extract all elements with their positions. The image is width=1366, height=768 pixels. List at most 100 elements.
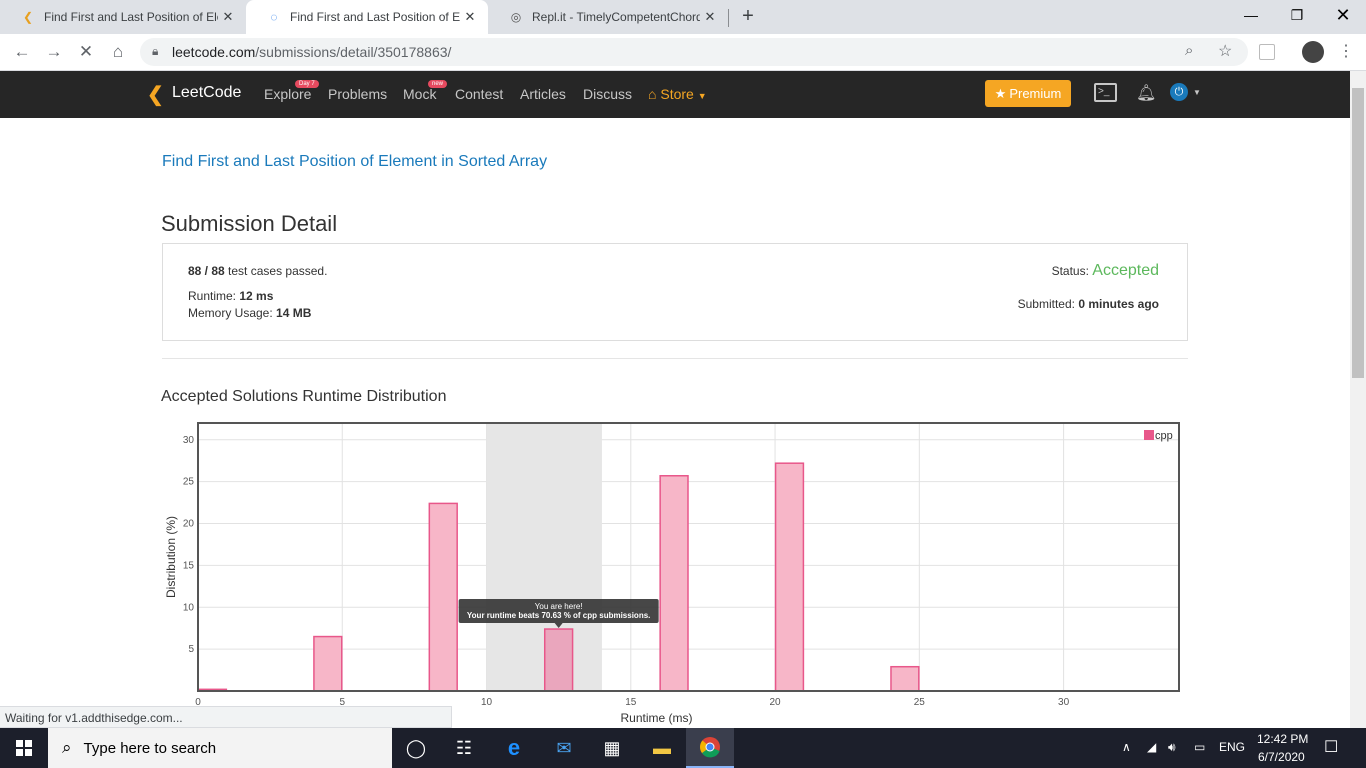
address-bar[interactable]: 🔒︎ leetcode.com/submissions/detail/35017… xyxy=(140,38,1248,66)
tab-separator xyxy=(728,9,729,27)
zoom-icon[interactable]: ⌕ xyxy=(1185,42,1193,59)
scrollbar-thumb[interactable] xyxy=(1352,88,1364,378)
leetcode-navbar: ❮ LeetCode Explore Day 7 Problems Mock n… xyxy=(0,71,1350,118)
nav-articles[interactable]: Articles xyxy=(520,86,566,102)
home-icon[interactable]: ⌂ xyxy=(102,34,134,70)
bookmark-star-icon[interactable]: ☆ xyxy=(1218,41,1232,61)
task-view-icon[interactable]: ☷ xyxy=(440,728,488,768)
forward-icon[interactable]: → xyxy=(38,34,70,70)
submitted-label: Submitted: xyxy=(1017,297,1075,311)
passed-count: 88 / 88 xyxy=(188,264,225,278)
url-text: leetcode.com/submissions/detail/35017886… xyxy=(172,44,451,60)
new-tab-icon[interactable]: + xyxy=(736,5,760,29)
nav-explore[interactable]: Explore xyxy=(264,86,311,102)
playground-icon[interactable]: >_ xyxy=(1094,83,1117,102)
language-indicator[interactable]: ENG xyxy=(1219,740,1245,754)
tab-title: Repl.it - TimelyCompetentChord xyxy=(532,10,700,24)
section-divider xyxy=(162,358,1188,359)
runtime-value: 12 ms xyxy=(239,289,274,303)
clock-date[interactable]: 6/7/2020 xyxy=(1258,750,1305,764)
distribution-title: Accepted Solutions Runtime Distribution xyxy=(161,388,447,405)
caret-down-icon: ▼ xyxy=(697,91,707,101)
restore-icon[interactable]: ❐ xyxy=(1274,0,1320,30)
x-tick-label: 10 xyxy=(481,697,493,708)
y-axis-label: Distribution (%) xyxy=(164,516,178,598)
y-tick-label: 30 xyxy=(183,435,195,446)
profile-avatar[interactable] xyxy=(1302,41,1324,63)
tab-title: Find First and Last Position of Ele xyxy=(290,10,460,24)
nav-badge-day: Day 7 xyxy=(295,80,319,88)
bar-20ms xyxy=(774,462,805,692)
show-hidden-icons-icon[interactable]: ∧ xyxy=(1122,740,1131,754)
premium-button[interactable]: ★ Premium xyxy=(985,80,1071,107)
status-value[interactable]: Accepted xyxy=(1092,262,1159,279)
nav-store[interactable]: ⌂ Store ▼ xyxy=(648,86,707,102)
edge-icon[interactable]: e xyxy=(490,728,538,768)
status-label: Status: xyxy=(1051,264,1089,278)
status-row: Status: Accepted xyxy=(1052,262,1159,280)
bar-4ms xyxy=(313,635,343,692)
leetcode-logo-text[interactable]: LeetCode xyxy=(172,84,241,102)
mail-icon[interactable]: ✉ xyxy=(540,728,588,768)
chrome-logo-icon xyxy=(700,737,720,758)
tooltip-line-2: Your runtime beats 70.63 % of cpp submis… xyxy=(467,611,650,620)
file-explorer-icon[interactable]: ▬ xyxy=(638,728,686,768)
extension-icon[interactable] xyxy=(1259,44,1275,60)
bar-12ms xyxy=(543,628,574,692)
clock-time[interactable]: 12:42 PM xyxy=(1257,732,1308,746)
replit-favicon-icon: ◎ xyxy=(510,10,522,24)
battery-icon[interactable]: ▭ xyxy=(1194,740,1205,754)
bar-24ms xyxy=(890,665,920,692)
close-window-icon[interactable]: ✕ xyxy=(1320,0,1366,30)
submission-detail-box: 88 / 88 test cases passed. Runtime: 12 m… xyxy=(162,243,1188,341)
action-center-icon[interactable]: ☐ xyxy=(1324,737,1338,757)
y-tick-label: 15 xyxy=(183,560,195,571)
nav-problems[interactable]: Problems xyxy=(328,86,387,102)
tab-1[interactable]: ❮ Find First and Last Position of Ele ✕ xyxy=(0,0,246,34)
premium-label: Premium xyxy=(1009,86,1062,101)
menu-kebab-icon[interactable]: ⋮ xyxy=(1338,41,1354,61)
close-tab-icon[interactable]: ✕ xyxy=(700,9,720,25)
back-icon[interactable]: ← xyxy=(6,34,38,70)
x-tick-label: 20 xyxy=(769,697,781,708)
test-cases-summary: 88 / 88 test cases passed. xyxy=(188,264,327,278)
tooltip-line-1: You are here! xyxy=(535,602,583,611)
runtime-label: Runtime: xyxy=(188,289,237,303)
leetcode-logo-icon[interactable]: ❮ xyxy=(147,82,164,107)
y-tick-label: 10 xyxy=(183,602,195,613)
y-tick-label: 5 xyxy=(188,644,194,655)
taskbar-search-placeholder: Type here to search xyxy=(83,739,217,757)
user-menu-icon[interactable]: ⏻ xyxy=(1170,83,1188,101)
volume-icon[interactable]: 🔊︎ xyxy=(1168,740,1176,755)
cortana-icon[interactable]: ◯ xyxy=(392,728,440,768)
star-icon: ★ xyxy=(994,85,1007,101)
page-title: Submission Detail xyxy=(161,211,338,236)
store-icon: ⌂ xyxy=(648,86,657,102)
taskbar-search-box[interactable]: ⌕ Type here to search xyxy=(48,728,392,768)
bar-8ms xyxy=(428,502,458,692)
windows-start-icon[interactable] xyxy=(0,728,48,768)
url-host: leetcode.com xyxy=(172,44,256,60)
close-tab-icon[interactable]: ✕ xyxy=(460,9,480,25)
submitted-row: Submitted: 0 minutes ago xyxy=(1018,297,1159,311)
tab-2-active[interactable]: ◌ Find First and Last Position of Ele ✕ xyxy=(246,0,488,34)
y-tick-labels: 5 10 15 20 25 30 xyxy=(183,435,195,655)
windows-taskbar: ⌕ Type here to search ◯ ☷ e ✉ ▦ ▬ ∧ ◢ 🔊︎… xyxy=(0,728,1366,768)
store-app-icon[interactable]: ▦ xyxy=(588,728,636,768)
notification-bell-icon[interactable]: 🔔︎ xyxy=(1136,83,1156,103)
nav-discuss[interactable]: Discuss xyxy=(583,86,632,102)
tab-3[interactable]: ◎ Repl.it - TimelyCompetentChord ✕ xyxy=(488,0,728,34)
stop-loading-icon[interactable]: ✕ xyxy=(70,34,102,70)
legend-label: cpp xyxy=(1155,430,1173,442)
runtime-distribution-chart[interactable]: 51015202530 0 5 10 15 20 25 30 Distribution (%… xyxy=(160,420,1190,728)
nav-badge-new: new xyxy=(428,80,448,88)
problem-title-link[interactable]: Find First and Last Position of Element … xyxy=(162,153,547,171)
nav-mock[interactable]: Mock xyxy=(403,86,436,102)
tab-title: Find First and Last Position of Ele xyxy=(44,10,218,24)
chrome-icon[interactable] xyxy=(686,728,734,768)
wifi-icon[interactable]: ◢ xyxy=(1147,740,1156,754)
minimize-icon[interactable]: — xyxy=(1228,0,1274,30)
user-caret-icon[interactable]: ▼ xyxy=(1193,88,1201,97)
nav-contest[interactable]: Contest xyxy=(455,86,503,102)
close-tab-icon[interactable]: ✕ xyxy=(218,9,238,25)
